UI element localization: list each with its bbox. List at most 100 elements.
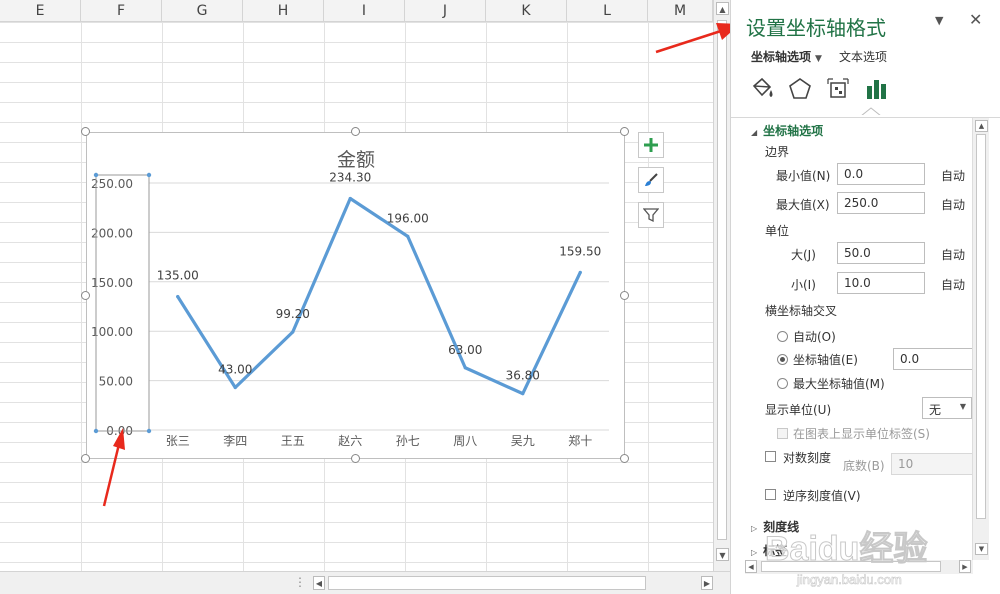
data-point (291, 330, 295, 334)
y-tick-label: 50.00 (99, 375, 133, 389)
pane-options-dropdown[interactable]: ▼ (935, 14, 943, 27)
tab-label: 坐标轴选项 (751, 50, 812, 64)
data-label: 159.50 (559, 244, 601, 258)
tab-axis-options[interactable]: 坐标轴选项 ▼ (751, 48, 822, 65)
format-axis-pane: 设置坐标轴格式 ▼ ✕ 坐标轴选项 ▼ 文本选项 ◢ 坐标轴选项 边界 最小值(… (730, 0, 1000, 594)
resize-handle-top[interactable] (351, 127, 360, 136)
reverse-order-label: 逆序刻度值(V) (783, 489, 861, 503)
tab-text-options[interactable]: 文本选项 (839, 48, 887, 65)
radio-crosses-max[interactable] (777, 378, 788, 389)
section-axis-options[interactable]: ◢ 坐标轴选项 (751, 122, 823, 139)
log-base-input[interactable]: 10 (891, 453, 973, 475)
minor-unit-input[interactable]: 10.0 (837, 272, 925, 294)
scroll-left-arrow[interactable]: ◀ (745, 560, 757, 573)
resize-handle-top-left[interactable] (81, 127, 90, 136)
effects-pentagon-icon[interactable] (787, 76, 813, 102)
data-point (176, 295, 180, 299)
display-units-value: 无 (929, 403, 942, 417)
resize-handle-top-right[interactable] (620, 127, 629, 136)
column-header-k[interactable]: K (486, 0, 567, 22)
column-header-g[interactable]: G (162, 0, 243, 22)
log-scale-checkbox[interactable] (765, 451, 776, 462)
resize-handle-bottom[interactable] (351, 454, 360, 463)
crosses-value-input[interactable]: 0.0 (893, 348, 973, 370)
column-header-l[interactable]: L (567, 0, 648, 22)
radio-crosses-value[interactable] (777, 354, 788, 365)
spreadsheet-area: E F G H I J K L M 金额 0.00 50.00 100.00 150.0… (0, 0, 713, 571)
radio-crosses-auto[interactable] (777, 331, 788, 342)
baidu-watermark: Baidu经验 jingyan.baidu.com (757, 520, 987, 594)
major-unit-input[interactable]: 50.0 (837, 242, 925, 264)
splitter-dots[interactable]: ⋮ (294, 575, 306, 589)
y-tick-label: 150.00 (91, 276, 133, 290)
axis-options-bar-icon[interactable] (863, 76, 889, 102)
radio-crosses-auto-label[interactable]: 自动(O) (793, 328, 836, 345)
data-point (578, 270, 582, 275)
display-units-select[interactable]: 无 ▼ (922, 397, 972, 419)
y-tick-label: 100.00 (91, 325, 133, 339)
column-headers: E F G H I J K L M (0, 0, 713, 22)
line-chart[interactable]: 金额 0.00 50.00 100.00 150.00 200.00 250.00 张三 李四王… (86, 132, 625, 459)
column-header-j[interactable]: J (405, 0, 486, 22)
scroll-left-arrow[interactable]: ◀ (313, 576, 325, 590)
data-label: 43.00 (218, 363, 252, 377)
section-label: 坐标轴选项 (763, 124, 824, 138)
resize-handle-left[interactable] (81, 291, 90, 300)
major-unit-auto: 自动 (941, 248, 966, 262)
scroll-up-arrow[interactable]: ▲ (716, 2, 729, 15)
sheet-horizontal-scrollbar[interactable]: ⋮ ◀ ▶ (0, 571, 730, 594)
display-units-label: 显示单位(U) (765, 403, 832, 417)
brush-icon (645, 173, 658, 186)
y-tick-label: 200.00 (91, 226, 133, 240)
data-label: 135.00 (157, 269, 199, 283)
annotation-arrow-axis (102, 428, 125, 507)
x-tick-label: 吴九 (511, 434, 535, 448)
sheet-vertical-scrollbar[interactable]: ▲ ▼ (713, 0, 730, 571)
reverse-order-checkbox[interactable] (765, 489, 776, 500)
chart-styles-button[interactable] (638, 167, 664, 193)
close-icon[interactable]: ✕ (969, 10, 982, 29)
min-bound-input[interactable]: 0.0 (837, 163, 925, 185)
column-header-h[interactable]: H (243, 0, 324, 22)
column-header-i[interactable]: I (324, 0, 405, 22)
axis-selection-handle (146, 428, 152, 434)
y-axis-selection-box (95, 174, 150, 432)
column-header-e[interactable]: E (0, 0, 81, 22)
divider (731, 117, 1000, 118)
resize-handle-bottom-right[interactable] (620, 454, 629, 463)
chart-elements-button[interactable] (638, 132, 664, 158)
scroll-right-arrow[interactable]: ▶ (701, 576, 713, 590)
x-tick-label: 张三 (166, 434, 190, 448)
size-properties-icon[interactable] (825, 76, 851, 102)
active-category-indicator (861, 107, 881, 115)
data-point (233, 385, 237, 390)
scroll-thumb[interactable] (976, 134, 986, 519)
max-bound-input[interactable]: 250.0 (837, 192, 925, 214)
pane-vertical-scrollbar[interactable]: ▲ ▼ (972, 118, 989, 560)
bounds-heading: 边界 (765, 145, 790, 159)
axis-selection-handle (146, 172, 152, 178)
y-tick-label: 250.00 (91, 177, 133, 191)
scroll-up-arrow[interactable]: ▲ (975, 120, 988, 132)
column-header-m[interactable]: M (648, 0, 713, 22)
radio-crosses-value-label[interactable]: 坐标轴值(E) (793, 351, 858, 368)
min-bound-label: 最小值(N) (776, 169, 831, 183)
resize-handle-bottom-left[interactable] (81, 454, 90, 463)
scroll-down-arrow[interactable]: ▼ (716, 548, 729, 561)
fill-line-icon[interactable] (749, 76, 775, 102)
data-label: 196.00 (387, 211, 429, 225)
scroll-thumb[interactable] (328, 576, 646, 590)
chart-filters-button[interactable] (638, 202, 664, 228)
column-header-f[interactable]: F (81, 0, 162, 22)
plus-icon (644, 138, 658, 152)
chevron-down-icon: ▼ (959, 402, 966, 411)
radio-crosses-max-label[interactable]: 最大坐标轴值(M) (793, 375, 885, 392)
scroll-thumb[interactable] (717, 20, 727, 540)
data-label: 63.00 (448, 343, 482, 357)
resize-handle-right[interactable] (620, 291, 629, 300)
pane-title: 设置坐标轴格式 (746, 16, 886, 40)
data-point (463, 366, 467, 370)
filter-icon (643, 208, 659, 223)
show-units-label-checkbox[interactable] (777, 428, 788, 439)
x-tick-label: 周八 (453, 434, 477, 448)
